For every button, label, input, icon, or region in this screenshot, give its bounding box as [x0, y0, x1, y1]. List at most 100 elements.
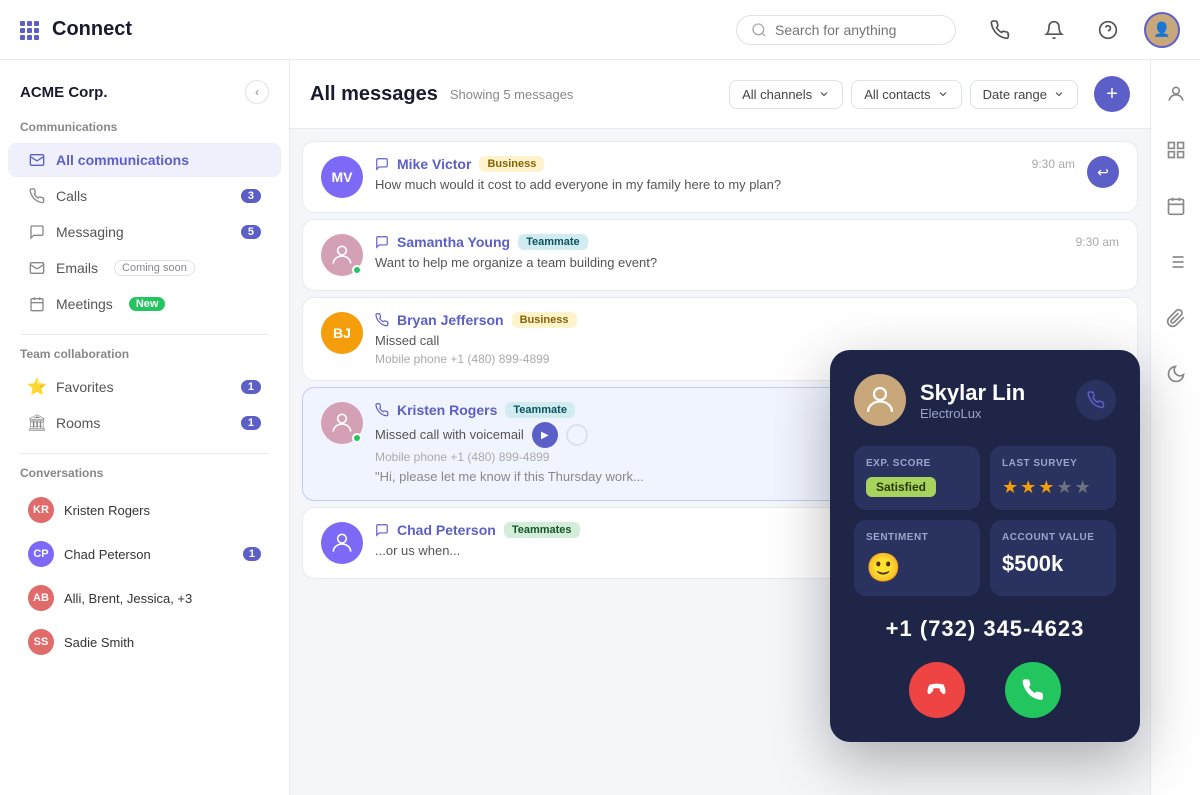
call-contact-company: ElectroLux: [920, 406, 1025, 421]
progress-circle[interactable]: [566, 424, 588, 446]
message-card-mike-victor[interactable]: MV Mike Victor Business 9:30 am How much…: [302, 141, 1138, 213]
sidebar-item-messaging[interactable]: Messaging 5: [8, 215, 281, 249]
chad-peterson-badge: 1: [243, 547, 261, 561]
chad-peterson-msg-avatar: [321, 522, 363, 564]
date-range-filter[interactable]: Date range: [970, 80, 1078, 109]
mike-victor-reply-btn[interactable]: ↩: [1087, 156, 1119, 188]
bell-icon-btn[interactable]: [1036, 12, 1072, 48]
messaging-icon: [28, 223, 46, 241]
account-value-box: ACCOUNT VALUE $500k: [990, 520, 1116, 596]
sidebar: ACME Corp. ‹ Communications All communic…: [0, 60, 290, 795]
call-card-header: Skylar Lin ElectroLux: [854, 374, 1116, 426]
samantha-online-dot: [352, 265, 362, 275]
mike-victor-name: Mike Victor: [397, 156, 471, 172]
accept-call-btn[interactable]: [1005, 662, 1061, 718]
team-collab-label: Team collaboration: [0, 347, 289, 369]
exp-score-box: EXP. SCORE Satisfied: [854, 446, 980, 510]
star-4: ★: [1056, 477, 1072, 498]
sadie-smith-avatar: SS: [28, 629, 54, 655]
bryan-jefferson-name: Bryan Jefferson: [397, 312, 504, 328]
samantha-young-tag: Teammate: [518, 234, 588, 250]
star-5: ★: [1075, 477, 1091, 498]
all-channels-label: All channels: [742, 87, 812, 102]
kristen-rogers-tag: Teammate: [505, 402, 575, 418]
sidebar-item-meetings[interactable]: Meetings New: [8, 287, 281, 321]
sidebar-item-sadie-smith[interactable]: SS Sadie Smith: [8, 621, 281, 663]
rooms-badge: 1: [241, 416, 261, 430]
messages-header: All messages Showing 5 messages All chan…: [290, 60, 1150, 129]
meetings-label: Meetings: [56, 296, 113, 312]
nav-icons: 👤: [982, 12, 1180, 48]
bryan-jefferson-avatar: BJ: [321, 312, 363, 354]
message-card-samantha-young[interactable]: Samantha Young Teammate 9:30 am Want to …: [302, 219, 1138, 291]
samantha-young-text: Want to help me organize a team building…: [375, 254, 1119, 272]
conversations-label: Conversations: [0, 466, 289, 488]
sidebar-item-favorites[interactable]: ⭐ Favorites 1: [8, 370, 281, 404]
samantha-msg-icon: [375, 235, 389, 249]
rail-clip-icon[interactable]: [1158, 300, 1194, 336]
favorites-badge: 1: [241, 380, 261, 394]
sidebar-item-chad-peterson[interactable]: CP Chad Peterson 1: [8, 533, 281, 575]
filter-group: All channels All contacts Date range +: [729, 76, 1130, 112]
kristen-rogers-avatar: KR: [28, 497, 54, 523]
mike-victor-avatar: MV: [321, 156, 363, 198]
sidebar-item-kristen-rogers[interactable]: KR Kristen Rogers: [8, 489, 281, 531]
main-layout: ACME Corp. ‹ Communications All communic…: [0, 60, 1200, 795]
call-actions: [854, 662, 1116, 718]
meetings-new-badge: New: [129, 297, 166, 311]
calls-icon: [28, 187, 46, 205]
sidebar-item-rooms[interactable]: 🏛 Rooms 1: [8, 406, 281, 440]
bryan-phone-icon: [375, 313, 389, 327]
decline-call-btn[interactable]: [909, 662, 965, 718]
call-contact-name: Skylar Lin: [920, 380, 1025, 406]
contacts-chevron: [937, 88, 949, 100]
help-icon-btn[interactable]: [1090, 12, 1126, 48]
samantha-young-content: Samantha Young Teammate 9:30 am Want to …: [375, 234, 1119, 272]
messaging-label: Messaging: [56, 224, 124, 240]
sentiment-emoji: 🙂: [866, 552, 901, 583]
star-3: ★: [1038, 477, 1054, 498]
sidebar-item-calls[interactable]: Calls 3: [8, 179, 281, 213]
chad-peterson-conv-name: Chad Peterson: [64, 547, 233, 562]
org-header: ACME Corp. ‹: [0, 80, 289, 120]
all-channels-filter[interactable]: All channels: [729, 80, 843, 109]
sidebar-item-emails[interactable]: Emails Coming soon: [8, 251, 281, 285]
search-input[interactable]: [775, 22, 935, 38]
messages-title: All messages: [310, 83, 438, 106]
chad-peterson-avatar: CP: [28, 541, 54, 567]
sidebar-item-alli-brent[interactable]: AB Alli, Brent, Jessica, +3: [8, 577, 281, 619]
all-contacts-filter[interactable]: All contacts: [851, 80, 961, 109]
exp-score-value: Satisfied: [866, 477, 936, 497]
sentiment-box: SENTIMENT 🙂: [854, 520, 980, 596]
samantha-young-name: Samantha Young: [397, 234, 510, 250]
phone-icon-btn[interactable]: [982, 12, 1018, 48]
survey-stars: ★ ★ ★ ★ ★: [1002, 477, 1104, 498]
mike-victor-content: Mike Victor Business 9:30 am How much wo…: [375, 156, 1075, 194]
all-comms-label: All communications: [56, 152, 189, 168]
rail-grid-icon[interactable]: [1158, 132, 1194, 168]
sentiment-label: SENTIMENT: [866, 532, 968, 543]
rail-moon-icon[interactable]: [1158, 356, 1194, 392]
alli-brent-avatar: AB: [28, 585, 54, 611]
org-name: ACME Corp.: [20, 84, 108, 101]
calls-label: Calls: [56, 188, 87, 204]
chad-peterson-tag: Teammates: [504, 522, 580, 538]
sidebar-item-all-communications[interactable]: All communications: [8, 143, 281, 177]
rail-person-icon[interactable]: [1158, 76, 1194, 112]
collapse-sidebar-btn[interactable]: ‹: [245, 80, 269, 104]
bryan-jefferson-text: Missed call: [375, 332, 1119, 350]
kristen-rogers-text: Missed call with voicemail: [375, 426, 524, 444]
search-bar[interactable]: [736, 15, 956, 45]
user-avatar-nav[interactable]: 👤: [1144, 12, 1180, 48]
skylar-lin-avatar: [854, 374, 906, 426]
mike-victor-tag: Business: [479, 156, 544, 172]
add-message-btn[interactable]: +: [1094, 76, 1130, 112]
play-voicemail-btn[interactable]: ▶: [532, 422, 558, 448]
emails-coming-soon-badge: Coming soon: [114, 260, 195, 276]
grid-icon[interactable]: [20, 21, 38, 39]
rail-calendar-icon[interactable]: [1158, 188, 1194, 224]
rail-list-icon[interactable]: [1158, 244, 1194, 280]
account-value-label: ACCOUNT VALUE: [1002, 532, 1104, 543]
star-1: ★: [1002, 477, 1018, 498]
call-phone-icon-btn[interactable]: [1076, 380, 1116, 420]
